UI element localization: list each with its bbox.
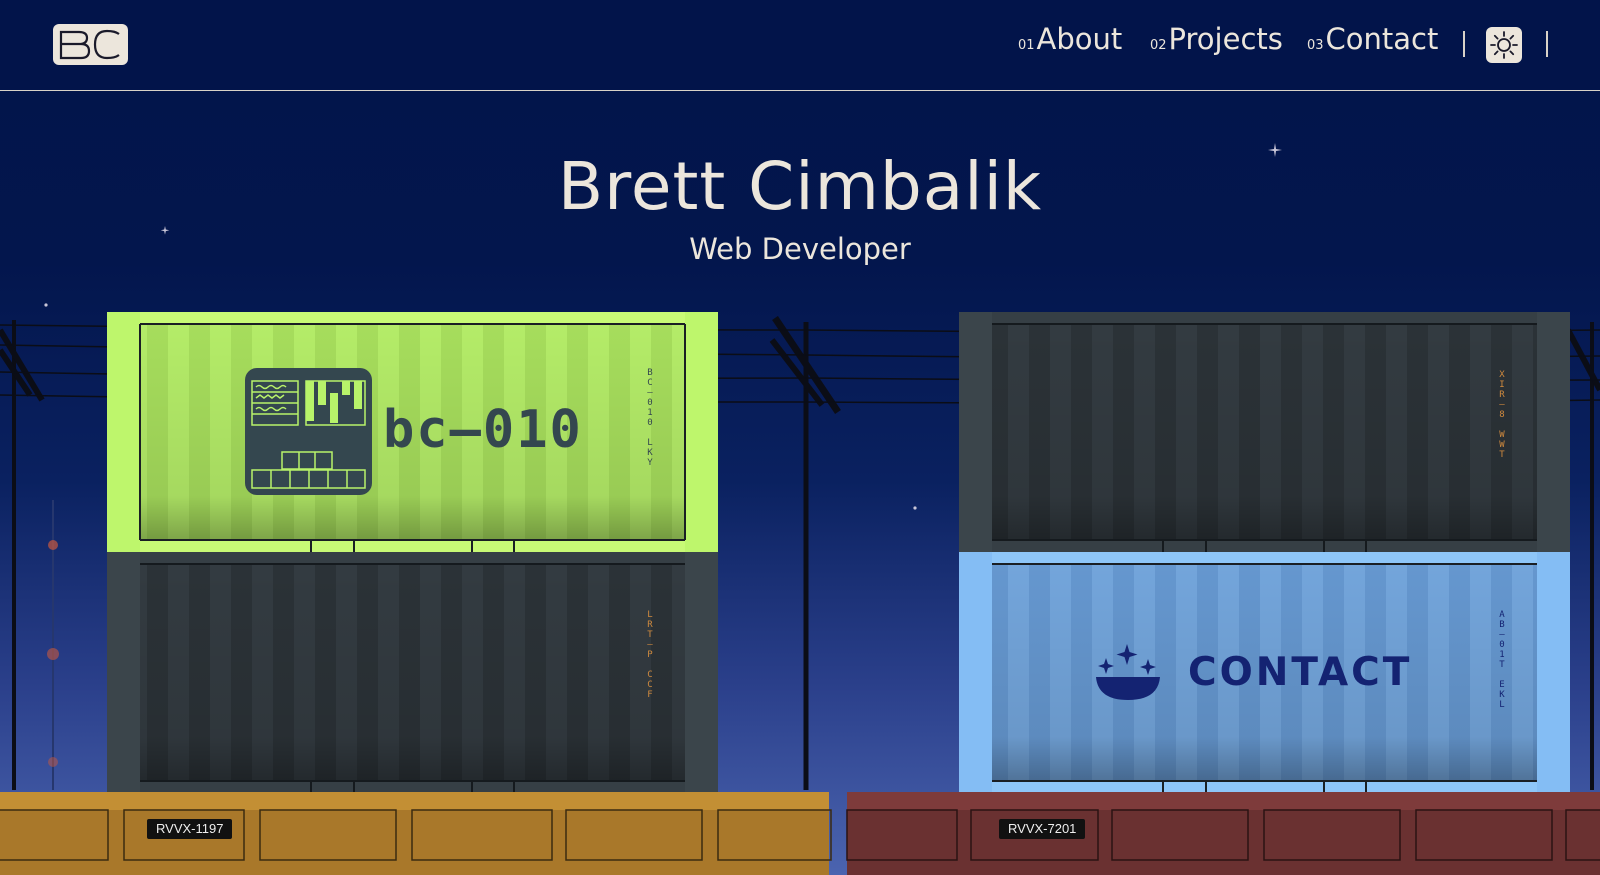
container-blue-side-code: AB—01T EKL — [1497, 610, 1507, 710]
container-dark-left — [107, 552, 718, 792]
container-dark-right-side-code: XIR—8 WWT — [1497, 370, 1507, 460]
container-blue-main-label: CONTACT — [1188, 650, 1413, 695]
flatcar-right — [846, 792, 1600, 875]
flatcar-left — [0, 792, 832, 875]
flatcar-right-tag: RVVX-7201 — [999, 819, 1086, 839]
container-stack — [0, 312, 1600, 875]
container-green-side-code: BC—010 LKY — [645, 368, 655, 468]
synth-icon — [245, 368, 372, 495]
container-green-main-label: bc—010 — [383, 400, 583, 460]
container-dark-left-side-code: LRT—P CCF — [645, 610, 655, 700]
flatcar-left-tag: RVVX-1197 — [147, 819, 233, 839]
container-dark-right — [959, 312, 1570, 552]
